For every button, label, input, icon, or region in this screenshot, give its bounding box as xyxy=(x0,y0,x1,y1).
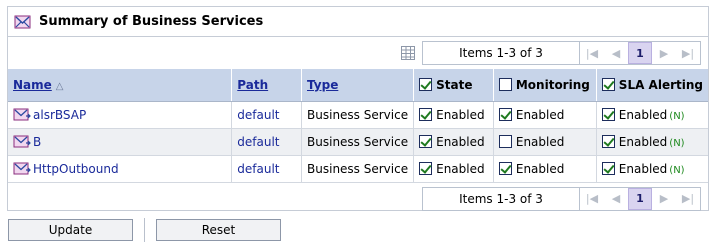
monitoring-label: Enabled xyxy=(515,107,565,122)
cell-name: alsrBSAP xyxy=(8,101,232,129)
sla-status-badge: (N) xyxy=(669,110,685,122)
business-service-icon xyxy=(14,15,31,28)
cell-path: default xyxy=(231,128,302,156)
first-page-icon[interactable]: |◀ xyxy=(580,42,604,64)
sla-label: Enabled xyxy=(618,107,668,122)
cell-path: default xyxy=(231,155,302,183)
sort-path-link[interactable]: Path xyxy=(237,78,268,92)
cell-state: Enabled xyxy=(413,128,494,156)
prev-page-icon[interactable]: ◀ xyxy=(604,188,628,210)
service-name-link[interactable]: B xyxy=(33,135,41,149)
cell-type: Business Service xyxy=(301,155,414,183)
cell-state: Enabled xyxy=(413,101,494,129)
prev-page-icon[interactable]: ◀ xyxy=(604,42,628,64)
pager-row-bottom: Items 1-3 of 3 |◀ ◀ 1 ▶ ▶| xyxy=(8,183,708,215)
action-bar: Update Reset xyxy=(8,218,281,242)
path-link[interactable]: default xyxy=(237,162,279,176)
state-select-all-checkbox[interactable] xyxy=(419,77,433,91)
state-label: Enabled xyxy=(436,134,485,149)
cell-sla: Enabled (N) xyxy=(595,128,708,156)
summary-panel: Summary of Business Services Items 1-3 o… xyxy=(7,6,709,211)
sla-checkbox[interactable] xyxy=(601,134,615,148)
monitoring-checkbox[interactable] xyxy=(498,134,512,148)
sla-status-badge: (N) xyxy=(669,164,685,176)
cell-type: Business Service xyxy=(301,128,414,156)
col-state-header: State xyxy=(413,69,494,102)
table-header-row: Name △ Path Type State Monitoring SLA Ale… xyxy=(8,69,708,102)
update-button[interactable]: Update xyxy=(8,219,133,241)
next-page-icon[interactable]: ▶ xyxy=(652,42,676,64)
cell-sla: Enabled (N) xyxy=(595,155,708,183)
business-service-icon xyxy=(13,135,31,148)
panel-header: Summary of Business Services xyxy=(8,7,708,37)
path-link[interactable]: default xyxy=(237,108,279,122)
state-checkbox[interactable] xyxy=(419,134,433,148)
cell-monitoring: Enabled xyxy=(492,155,597,183)
service-name-link[interactable]: HttpOutbound xyxy=(33,162,119,176)
path-link[interactable]: default xyxy=(237,135,279,149)
sla-checkbox[interactable] xyxy=(601,107,615,121)
sla-checkbox[interactable] xyxy=(601,161,615,175)
cell-type: Business Service xyxy=(301,101,414,129)
pager-bottom: Items 1-3 of 3 |◀ ◀ 1 ▶ ▶| xyxy=(422,186,701,211)
state-checkbox[interactable] xyxy=(419,107,433,121)
last-page-icon[interactable]: ▶| xyxy=(676,42,700,64)
monitoring-header-label: Monitoring xyxy=(515,77,590,92)
last-page-icon[interactable]: ▶| xyxy=(676,188,700,210)
sla-header-label: SLA Alerting xyxy=(618,77,703,92)
reset-button[interactable]: Reset xyxy=(156,219,281,241)
table-row: alsrBSAP default Business Service Enable… xyxy=(8,101,708,129)
cell-name: B xyxy=(8,128,232,156)
sla-select-all-checkbox[interactable] xyxy=(601,77,615,91)
service-name-link[interactable]: alsrBSAP xyxy=(33,108,86,122)
col-name-header[interactable]: Name △ xyxy=(8,69,232,102)
sla-label: Enabled xyxy=(618,134,668,149)
sort-ascending-icon[interactable]: △ xyxy=(56,81,64,92)
cell-monitoring: Enabled xyxy=(492,128,597,156)
monitoring-select-all-checkbox[interactable] xyxy=(498,77,512,91)
col-monitoring-header: Monitoring xyxy=(492,69,597,102)
state-header-label: State xyxy=(436,77,473,92)
services-table: Name △ Path Type State Monitoring SLA Ale… xyxy=(8,69,708,183)
panel-title: Summary of Business Services xyxy=(39,14,264,29)
sla-label: Enabled xyxy=(618,161,668,176)
pager-row-top: Items 1-3 of 3 |◀ ◀ 1 ▶ ▶| xyxy=(8,37,708,69)
first-page-icon[interactable]: |◀ xyxy=(580,188,604,210)
monitoring-label: Enabled xyxy=(515,161,565,176)
current-page[interactable]: 1 xyxy=(628,42,652,64)
button-divider xyxy=(144,218,145,242)
next-page-icon[interactable]: ▶ xyxy=(652,188,676,210)
cell-path: default xyxy=(231,101,302,129)
state-label: Enabled xyxy=(436,161,485,176)
cell-monitoring: Enabled xyxy=(492,101,597,129)
items-count: Items 1-3 of 3 xyxy=(423,187,580,210)
business-service-icon xyxy=(13,162,31,175)
sla-status-badge: (N) xyxy=(669,137,685,149)
col-sla-header: SLA Alerting xyxy=(595,69,708,102)
col-type-header[interactable]: Type xyxy=(301,69,414,102)
state-label: Enabled xyxy=(436,107,485,122)
cell-sla: Enabled (N) xyxy=(595,101,708,129)
sort-type-link[interactable]: Type xyxy=(307,78,338,92)
state-checkbox[interactable] xyxy=(419,161,433,175)
table-row: HttpOutbound default Business Service En… xyxy=(8,155,708,183)
col-path-header[interactable]: Path xyxy=(231,69,302,102)
monitoring-checkbox[interactable] xyxy=(498,161,512,175)
table-row: B default Business Service Enabled Enabl… xyxy=(8,128,708,156)
sort-name-link[interactable]: Name xyxy=(13,78,52,92)
monitoring-label: Enabled xyxy=(515,134,565,149)
cell-name: HttpOutbound xyxy=(8,155,232,183)
cell-state: Enabled xyxy=(413,155,494,183)
items-count: Items 1-3 of 3 xyxy=(423,42,580,64)
pager-top: Items 1-3 of 3 |◀ ◀ 1 ▶ ▶| xyxy=(422,41,701,65)
table-options-icon[interactable] xyxy=(400,45,416,61)
current-page[interactable]: 1 xyxy=(628,187,652,210)
monitoring-checkbox[interactable] xyxy=(498,107,512,121)
business-service-icon xyxy=(13,108,31,121)
